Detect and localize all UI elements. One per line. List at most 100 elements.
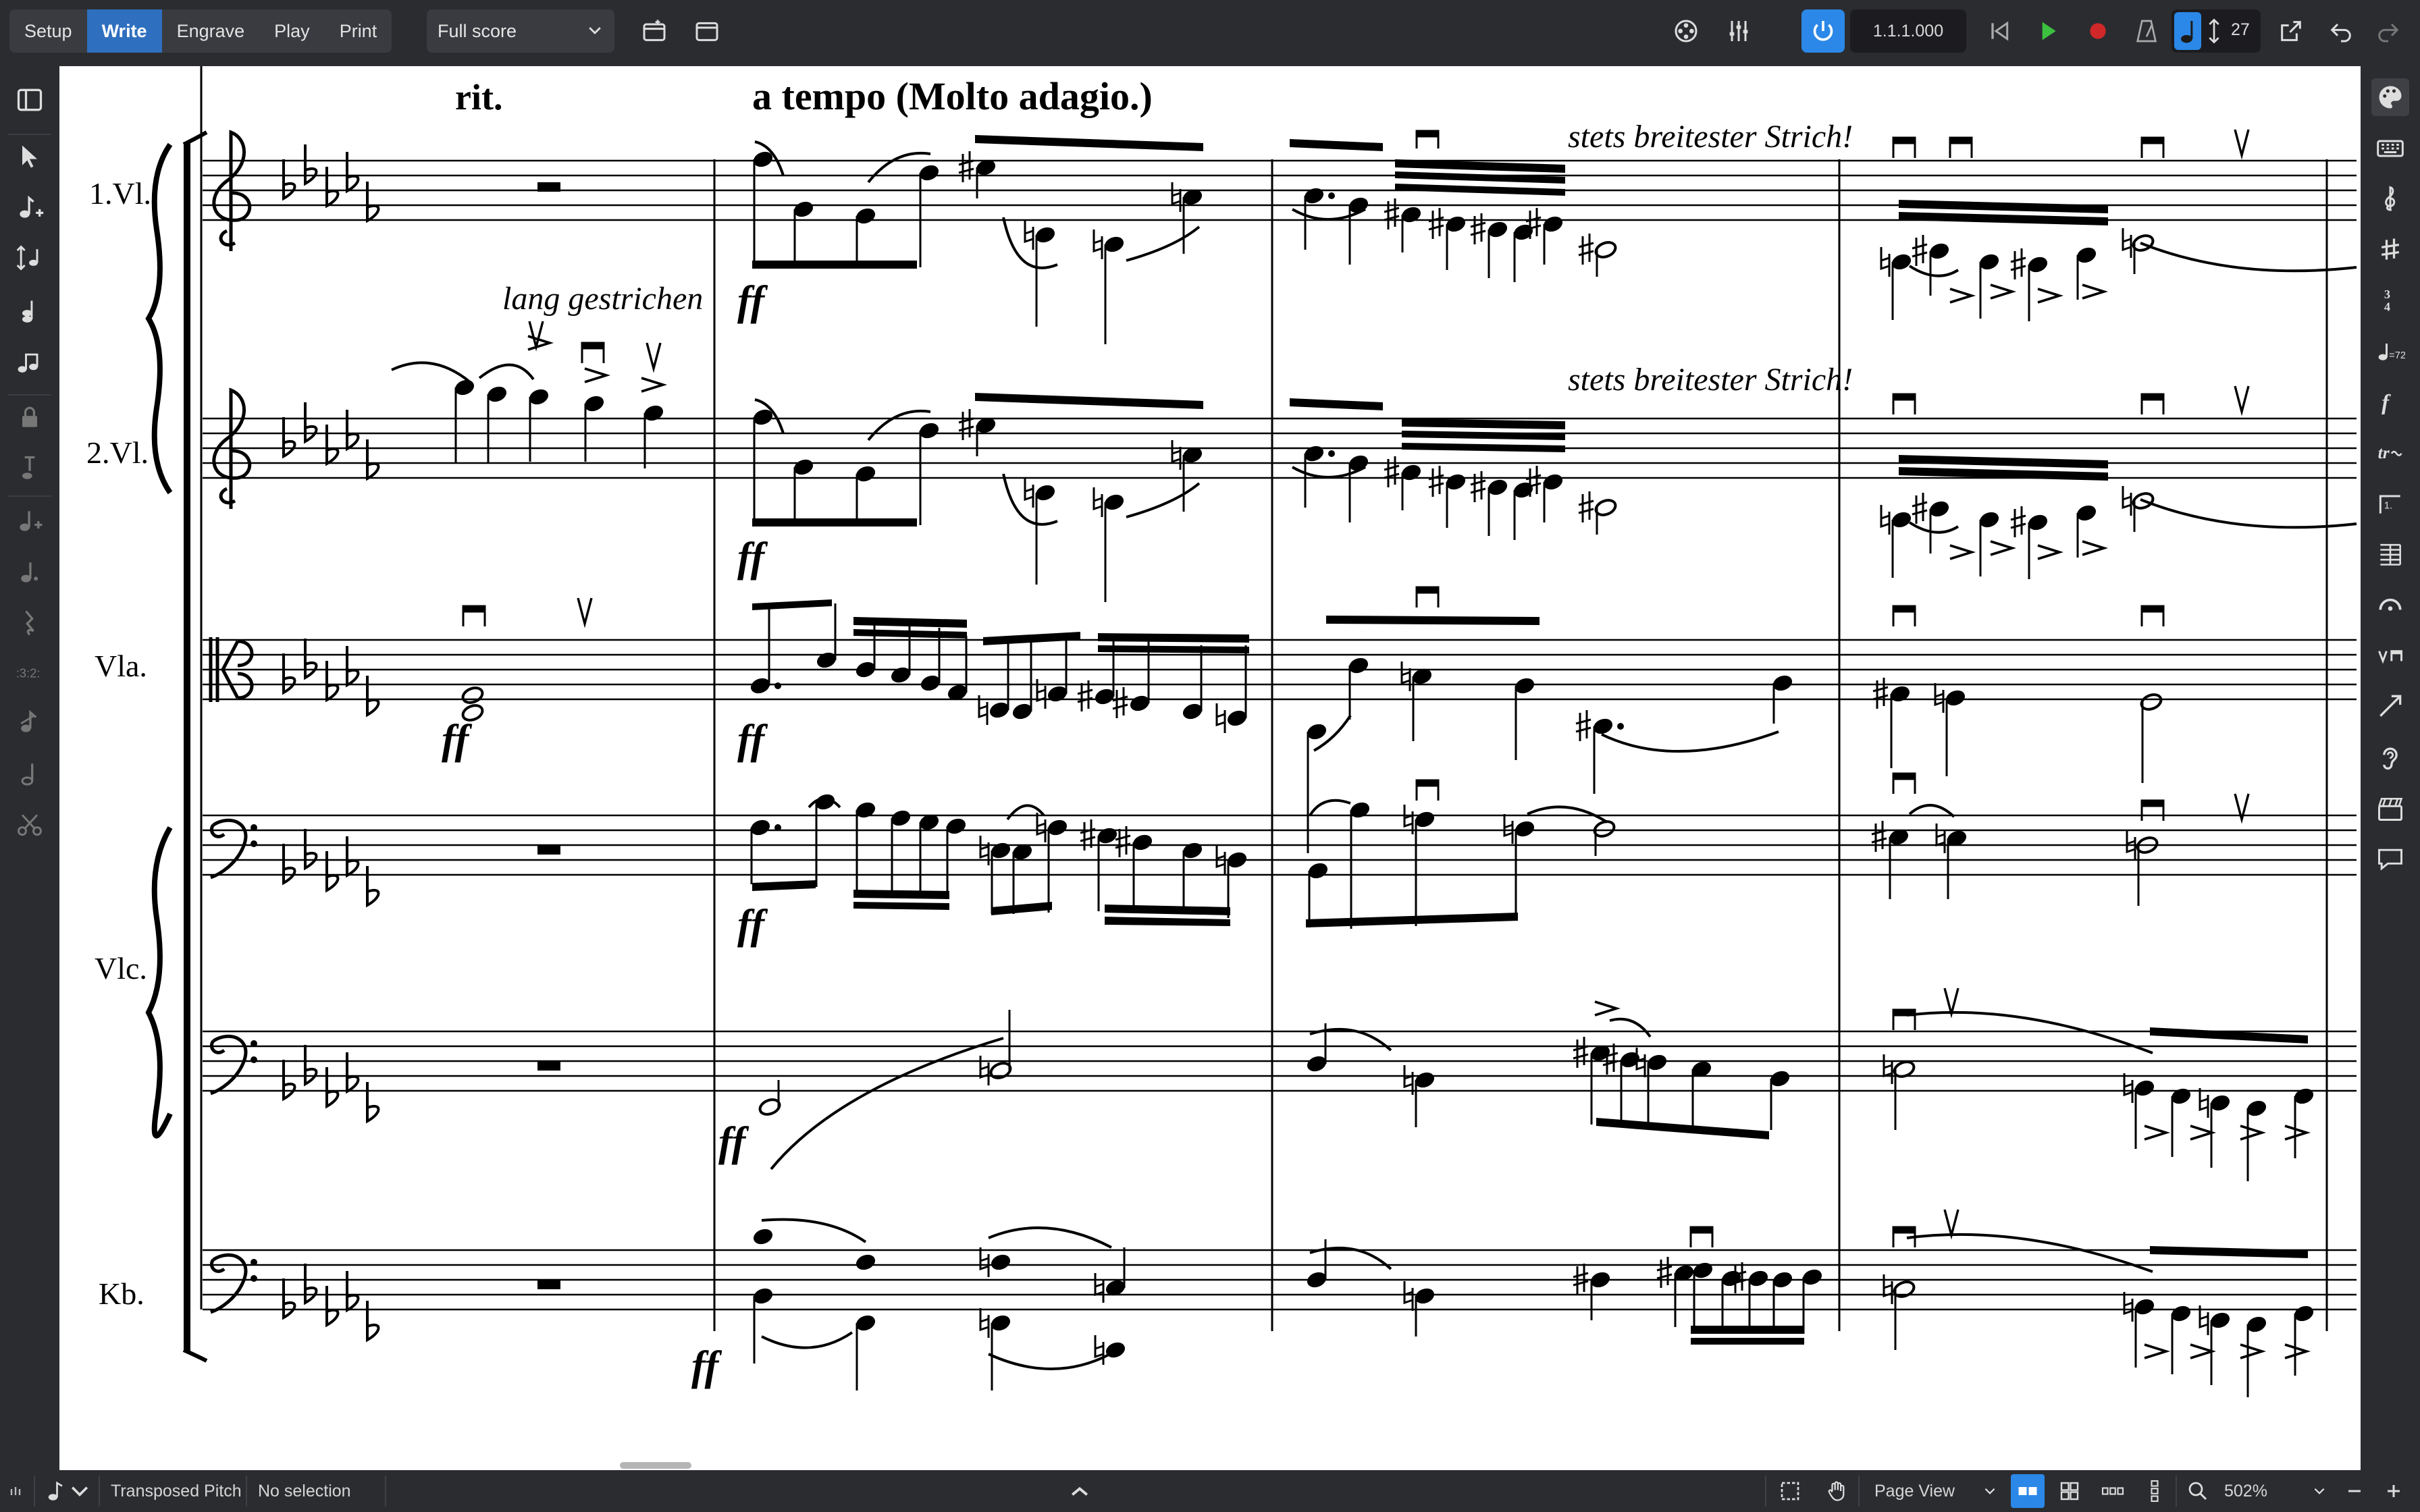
note[interactable] [2122,228,2155,274]
galley-arrangement-button[interactable] [2011,1474,2045,1508]
key-signatures-button[interactable] [2371,231,2409,269]
note[interactable] [453,377,475,463]
cues-button[interactable] [2371,790,2409,828]
note[interactable] [2292,1303,2315,1376]
lock-duration-button[interactable] [9,397,50,437]
note[interactable] [1880,247,1913,320]
note[interactable] [1768,1069,1791,1130]
activate-project-button[interactable] [1801,9,1845,53]
note[interactable] [1093,230,1126,344]
note[interactable] [1771,673,1793,724]
note[interactable] [1024,478,1057,585]
keyboard-button[interactable] [2371,130,2409,167]
marquee-tool-button[interactable] [1773,1474,1807,1508]
note[interactable] [758,1080,781,1117]
zoom-search-button[interactable] [2181,1474,2215,1508]
note[interactable] [1602,1044,1641,1125]
zoom-selector[interactable]: 502% [2216,1476,2331,1507]
note[interactable] [1934,683,1967,776]
note[interactable] [1400,662,1433,741]
instrument-name-violin1[interactable]: 1.Vl. [89,176,151,211]
note[interactable] [1428,208,1467,270]
slash-button[interactable] [9,702,50,742]
score-canvas[interactable]: 1.Vl. 2.Vl. Vla. Vlc. Kb. rit. a tempo (… [59,66,2361,1470]
note[interactable] [1935,824,1968,899]
note[interactable] [752,1226,774,1246]
note[interactable] [945,816,967,899]
mixer-button[interactable] [1719,12,1758,50]
force-duration-button[interactable] [9,448,50,489]
grace-note-button[interactable] [9,343,50,383]
note[interactable] [1093,487,1126,602]
note[interactable] [918,812,940,896]
note[interactable] [1512,222,1534,282]
lower-zone-toggle-button[interactable] [1063,1474,1097,1508]
note[interactable] [1024,220,1057,327]
note[interactable] [792,457,814,526]
note[interactable] [1171,440,1204,512]
note[interactable] [2199,1088,2232,1168]
note[interactable] [752,1286,774,1364]
note[interactable] [1384,198,1423,252]
note[interactable] [1181,645,1203,722]
instrument-name-violin2[interactable]: 2.Vl. [86,435,149,470]
note[interactable] [1348,800,1371,929]
note[interactable] [1305,722,1327,853]
note[interactable] [1573,1037,1612,1125]
note[interactable] [2199,1305,2232,1385]
dotted-note-button[interactable] [9,552,50,593]
dynamic-ff[interactable]: ff [737,902,768,948]
note[interactable] [1720,1268,1742,1331]
note[interactable] [461,685,484,705]
tab-print[interactable]: Print [325,9,392,53]
video-button[interactable] [1666,12,1706,50]
scissors-button[interactable] [9,805,50,845]
playback-button[interactable] [2371,738,2409,776]
horizontal-scrollbar[interactable] [620,1462,691,1469]
note-input-button[interactable] [9,188,50,228]
note[interactable] [1578,491,1618,535]
note[interactable] [485,384,508,463]
text-stets-breitester-2[interactable]: stets breitester Strich! [1568,362,1853,398]
rest-button[interactable] [9,602,50,643]
note[interactable] [1036,637,1069,709]
dynamic-ff[interactable]: ff [442,717,473,763]
comments-button[interactable] [2371,840,2409,878]
tuplet-button[interactable]: :3:2: [9,652,50,693]
holds-button[interactable] [2371,586,2409,624]
note[interactable] [2122,486,2155,532]
pages-horizontal-button[interactable] [2096,1474,2130,1508]
layout-selector[interactable]: Full score [427,9,614,53]
note[interactable] [1470,213,1509,278]
note[interactable] [1912,235,1951,296]
tab-play[interactable]: Play [259,9,325,53]
note[interactable] [1428,466,1467,528]
insert-mode-button[interactable] [9,238,50,278]
note[interactable] [1513,676,1535,760]
note[interactable] [978,637,1011,725]
tab-write[interactable]: Write [86,9,162,53]
dynamic-ff[interactable]: ff [691,1343,722,1389]
note[interactable] [1470,471,1509,536]
note[interactable] [1181,840,1203,914]
dynamic-ff[interactable]: ff [718,1119,749,1165]
note[interactable] [1171,182,1204,254]
note[interactable] [1403,805,1436,926]
note[interactable] [979,1247,1012,1277]
notes[interactable] [453,149,2315,1397]
note[interactable] [2010,506,2049,579]
note[interactable] [1347,195,1369,265]
pages-grid-button[interactable] [2053,1474,2086,1508]
tempo-control[interactable]: 27 [2172,9,2261,53]
tab-engrave[interactable]: Engrave [162,9,260,53]
note[interactable] [1525,466,1564,522]
note[interactable] [527,387,550,462]
note[interactable] [814,792,836,887]
zoom-out-button[interactable] [2338,1474,2371,1508]
note[interactable] [1011,842,1033,914]
note[interactable] [1912,493,1951,554]
time-signatures-button[interactable]: 34 [2371,281,2409,319]
note[interactable] [1883,1274,1916,1350]
redo-button[interactable] [2369,12,2408,50]
instrument-name-bass[interactable]: Kb. [99,1276,144,1311]
